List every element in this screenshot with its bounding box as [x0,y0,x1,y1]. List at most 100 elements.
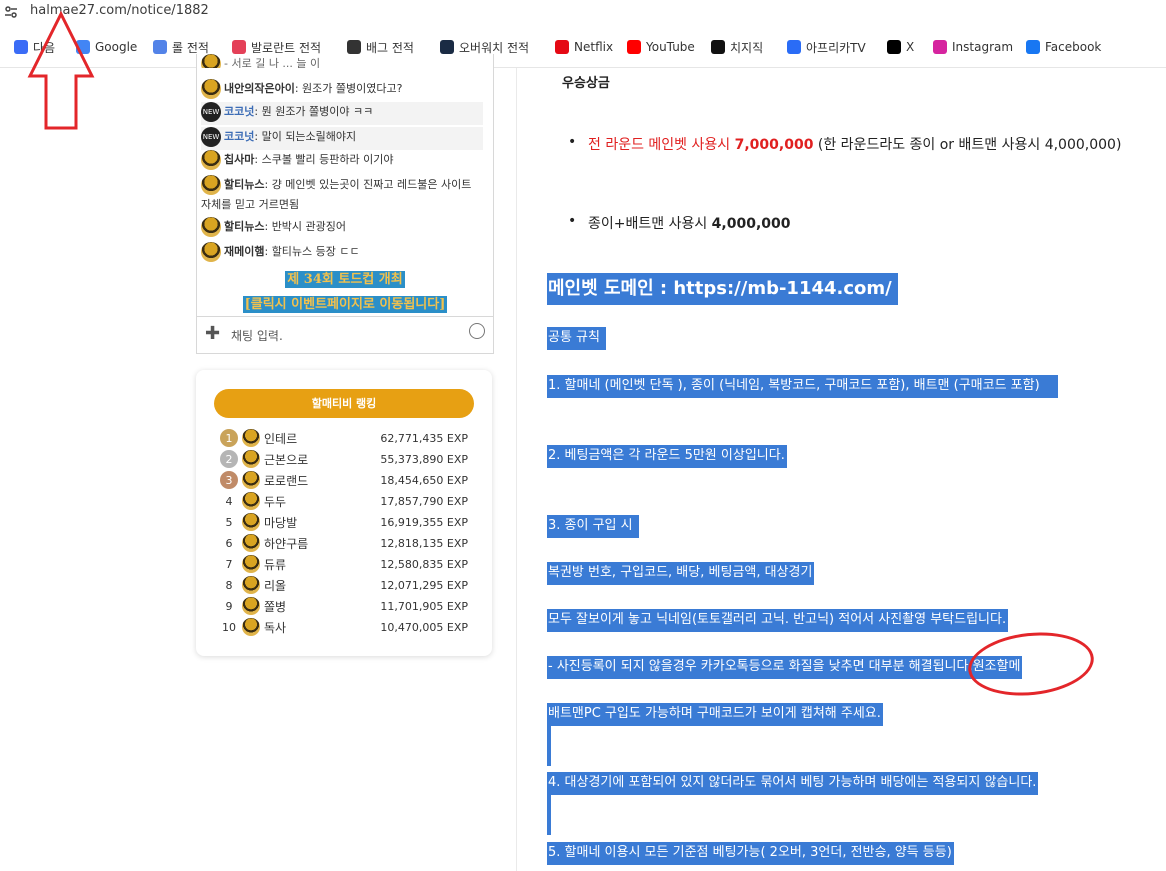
ranking-panel: 할매티비 랭킹 1 인테르 62,771,435 EXP 2 근본으로 55,373,89… [196,370,492,656]
chat-nickname[interactable]: 할티뉴스 [224,220,264,233]
rule-3-sub-2-text: 모두 잘보이게 놓고 닉네임(토토갤러리 고닉. 반고닉) 적어서 사진촬영 부… [547,609,1009,632]
avatar-icon [242,471,260,489]
chat-nickname[interactable]: 코코넛 [224,105,254,118]
chat-separator: : [254,130,262,143]
plus-icon[interactable]: ✚ [205,323,220,344]
rank-name[interactable]: 듀류 [264,556,380,573]
bookmark-instagram[interactable]: Instagram [933,39,1013,55]
avatar-icon[interactable] [201,79,221,99]
chat-panel: - 서로 길 나 ... 늘 이 내안의작은아이: 원조가 쫄병이였다고? NEW… [196,54,494,353]
bookmark-label: Instagram [952,40,1014,54]
chat-separator: : [264,220,272,233]
ranking-row[interactable]: 9 쫄병 11,701,905 EXP [220,596,468,616]
ranking-row[interactable]: 3 로로랜드 18,454,650 EXP [220,470,468,490]
new-badge-avatar-icon[interactable]: NEW [201,127,221,147]
youtube-icon [627,40,641,54]
bookmark-pubg-stats[interactable]: 배그 전적 [347,39,414,55]
event-banner-title[interactable]: 제 34회 토드컵 개최 [197,268,493,288]
bookmark-youtube[interactable]: YouTube [627,39,695,55]
ranking-row[interactable]: 7 듀류 12,580,835 EXP [220,554,468,574]
bookmark-afreecatv[interactable]: 아프리카TV [787,39,866,55]
bookmark-label: YouTube [646,40,695,54]
site-settings-icon[interactable] [4,5,18,19]
rank-name[interactable]: 리올 [264,577,380,594]
ranking-row[interactable]: 1 인테르 62,771,435 EXP [220,428,468,448]
rule-3-sub-4: 배트맨PC 구입도 가능하며 구매코드가 보이게 캡쳐해 주세요. [547,702,883,726]
prize-bullet-2: 종이+배트맨 사용시 4,000,000 [568,213,791,233]
rule-5-text: 5. 할매네 이용시 모든 기준점 베팅가능( 2오버, 3언더, 전반승, 양… [547,842,954,865]
facebook-icon [1026,40,1040,54]
bookmark-label: Google [95,40,138,54]
rule-3-sub-2: 모두 잘보이게 놓고 닉네임(토토갤러리 고닉. 반고닉) 적어서 사진촬영 부… [547,608,1009,632]
ranking-row[interactable]: 5 마당발 16,919,355 EXP [220,512,468,532]
address-bar[interactable]: halmae27.com/notice/1882 [0,0,1166,24]
chat-message: NEW 코코넛: 말이 되는소릴해야지 [201,127,483,150]
bookmark-netflix[interactable]: Netflix [555,39,613,55]
event-title-text[interactable]: 제 34회 토드컵 개최 [285,271,405,288]
rank-name[interactable]: 독사 [264,619,380,636]
rank-number: 7 [225,557,233,571]
rank-name[interactable]: 마당발 [264,514,380,531]
bookmark-facebook[interactable]: Facebook [1026,39,1101,55]
chat-nickname[interactable]: 내안의작은아이 [224,82,295,95]
rank-name[interactable]: 쫄병 [264,598,380,615]
avatar-icon [201,54,221,68]
avatar-icon[interactable] [201,150,221,170]
ranking-row[interactable]: 2 근본으로 55,373,890 EXP [220,449,468,469]
rule-3-sub-3: - 사진등록이 되지 않을경우 카카오톡등으로 화질을 낮추면 대부분 해결됩니… [547,655,1023,679]
bookmark-x[interactable]: X [887,39,914,55]
chat-message: 칩사마: 스쿠볼 빨리 등판하라 이기야 [201,150,483,172]
rank-exp: 17,857,790 EXP [380,494,468,508]
rank-exp: 11,701,905 EXP [380,599,468,613]
ranking-row[interactable]: 4 두두 17,857,790 EXP [220,491,468,511]
ranking-row[interactable]: 6 하얀구름 12,818,135 EXP [220,533,468,553]
rank-medal-icon: 1 [220,429,238,447]
avatar-icon[interactable] [201,175,221,195]
new-badge-avatar-icon[interactable]: NEW [201,102,221,122]
avatar-icon [242,492,260,510]
chat-input[interactable]: 채팅 입력. [231,327,283,344]
ranking-row[interactable]: 8 리올 12,071,295 EXP [220,575,468,595]
rule-3-sub-4-text: 배트맨PC 구입도 가능하며 구매코드가 보이게 캡쳐해 주세요. [547,703,883,726]
bookmark-label: Netflix [574,40,614,54]
chat-separator: : [294,82,303,95]
selection-gap [547,726,551,766]
rule-3-text: 3. 종이 구입 시 [547,515,639,538]
ranking-title[interactable]: 할매티비 랭킹 [214,389,474,418]
rank-name[interactable]: 로로랜드 [264,472,380,489]
chat-nickname[interactable]: 코코넛 [224,130,254,143]
rank-name[interactable]: 근본으로 [264,451,380,468]
avatar-icon[interactable] [201,217,221,237]
bookmark-valorant-stats[interactable]: 발로란트 전적 [232,39,321,55]
emoji-icon[interactable] [469,323,485,339]
rule-4: 4. 대상경기에 포함되어 있지 않더라도 묶어서 베팅 가능하며 배당에는 적… [547,771,1039,795]
bookmark-overwatch-stats[interactable]: 오버워치 전적 [440,39,529,55]
bookmark-chzzk[interactable]: 치지직 [711,39,763,55]
rank-name[interactable]: 두두 [264,493,380,510]
rank-number: 5 [225,515,233,529]
rank-name[interactable]: 인테르 [264,430,380,447]
chat-text: 원조가 쫄병이였다고? [302,82,403,95]
rank-exp: 12,818,135 EXP [380,536,468,550]
domain-line[interactable]: 메인벳 도메인 : https://mb-1144.com/ [547,273,898,305]
chat-input-bar[interactable]: ✚ 채팅 입력. [196,316,494,354]
rule-1-text: 1. 할매네 (메인벳 단독 ), 종이 (닉네임, 복방코드, 구매코드 포함… [547,375,1058,398]
prize-amount-2: 4,000,000 [711,216,791,232]
chat-text: 할티뉴스 등장 ㄷㄷ [271,245,360,258]
chat-nickname[interactable]: 재메이햄 [224,245,264,258]
avatar-icon[interactable] [201,242,221,262]
bookmark-op-gg[interactable]: 롤 전적 [153,39,209,55]
rank-name[interactable]: 하얀구름 [264,535,380,552]
ranking-row[interactable]: 10 독사 10,470,005 EXP [220,617,468,637]
domain-link[interactable]: 메인벳 도메인 : https://mb-1144.com/ [547,273,898,305]
chat-nickname[interactable]: 칩사마 [224,153,254,166]
event-link-text[interactable]: [클릭시 이벤트페이지로 이동됩니다] [242,296,448,313]
event-banner-link[interactable]: [클릭시 이벤트페이지로 이동됩니다] [197,293,493,313]
bookmark-label: 치지직 [730,40,764,55]
toolbar-divider [0,67,1166,68]
chat-message: 내안의작은아이: 원조가 쫄병이였다고? [201,79,483,99]
column-divider [516,68,517,871]
chat-nickname[interactable]: 할티뉴스 [224,178,264,191]
rule-3: 3. 종이 구입 시 [547,514,639,538]
rank-number: 10 [222,620,236,634]
